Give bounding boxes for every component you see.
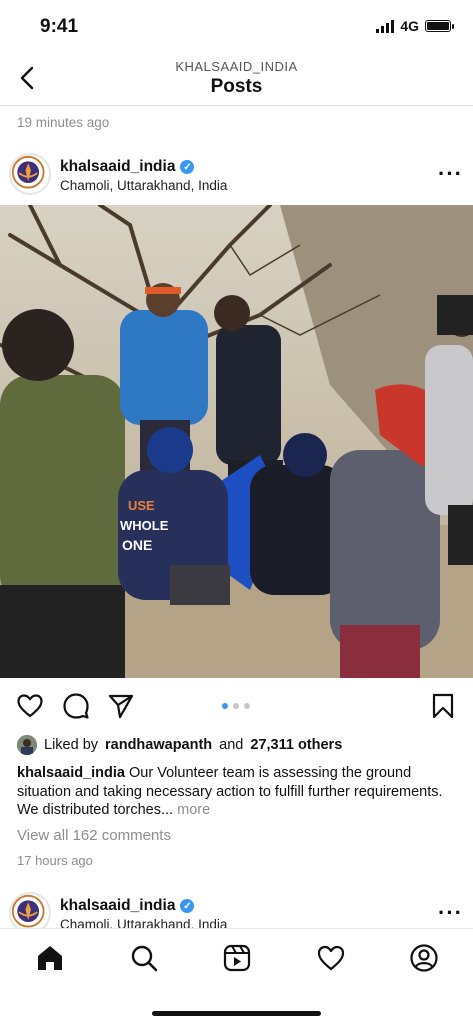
- post-location[interactable]: Chamoli, Uttarakhand, India: [60, 178, 227, 193]
- like-heart-icon[interactable]: [16, 692, 44, 720]
- liked-by-and: and: [219, 737, 244, 753]
- post-caption: khalsaaid_india Our Volunteer team is as…: [17, 764, 457, 820]
- network-label: 4G: [400, 18, 419, 34]
- username-text[interactable]: khalsaaid_india: [60, 158, 175, 176]
- post-time: 17 hours ago: [17, 853, 93, 868]
- post-username[interactable]: khalsaaid_india ✓: [60, 158, 195, 176]
- khalsa-aid-logo-icon: [11, 155, 45, 189]
- share-send-icon[interactable]: [107, 692, 135, 720]
- caption-username[interactable]: khalsaaid_india: [17, 765, 125, 781]
- liked-by-prefix: Liked by: [44, 737, 99, 753]
- header-divider: [0, 105, 473, 106]
- status-indicators: 4G: [376, 18, 454, 34]
- liked-by-user[interactable]: randhawapanth: [105, 737, 212, 753]
- battery-icon: [425, 20, 454, 32]
- view-comments-link[interactable]: View all 162 comments: [17, 827, 171, 844]
- svg-text:ONE: ONE: [122, 537, 152, 553]
- verified-badge-icon: ✓: [180, 899, 195, 913]
- search-icon[interactable]: [129, 943, 159, 973]
- header-account: KHALSAAID_INDIA: [175, 59, 298, 74]
- next-post-username[interactable]: khalsaaid_india ✓: [60, 897, 195, 915]
- previous-post-time: 19 minutes ago: [17, 115, 110, 130]
- signal-icon: [376, 19, 395, 33]
- likes-others-count[interactable]: 27,311 others: [250, 737, 342, 753]
- next-username-text[interactable]: khalsaaid_india: [60, 897, 175, 915]
- reels-icon[interactable]: [222, 943, 252, 973]
- carousel-dot: [233, 703, 239, 709]
- post-photo[interactable]: USE WHOLE ONE: [0, 205, 473, 678]
- bookmark-save-icon[interactable]: [429, 692, 457, 720]
- carousel-indicator: [222, 703, 250, 709]
- home-indicator: [152, 1011, 321, 1016]
- carousel-dot: [244, 703, 250, 709]
- volunteers-photo-illustration: USE WHOLE ONE: [0, 205, 473, 678]
- svg-text:USE: USE: [128, 498, 155, 513]
- next-more-options-icon[interactable]: ···: [438, 900, 463, 926]
- more-options-icon[interactable]: ···: [438, 161, 463, 187]
- bottom-tab-bar: [0, 928, 473, 1025]
- page-title: Posts: [210, 76, 263, 97]
- caption-more-link[interactable]: more: [177, 802, 210, 818]
- likes-summary[interactable]: Liked by randhawapanth and 27,311 others: [17, 735, 342, 755]
- profile-icon[interactable]: [409, 943, 439, 973]
- verified-badge-icon: ✓: [180, 160, 195, 174]
- home-icon[interactable]: [35, 943, 65, 973]
- comment-icon[interactable]: [62, 692, 90, 720]
- status-time: 9:41: [40, 16, 79, 37]
- heart-icon[interactable]: [316, 943, 346, 973]
- avatar[interactable]: [9, 153, 51, 195]
- svg-text:WHOLE: WHOLE: [120, 518, 169, 533]
- carousel-dot-active: [222, 703, 228, 709]
- khalsa-aid-logo-icon: [11, 894, 45, 928]
- liker-avatar: [17, 735, 37, 755]
